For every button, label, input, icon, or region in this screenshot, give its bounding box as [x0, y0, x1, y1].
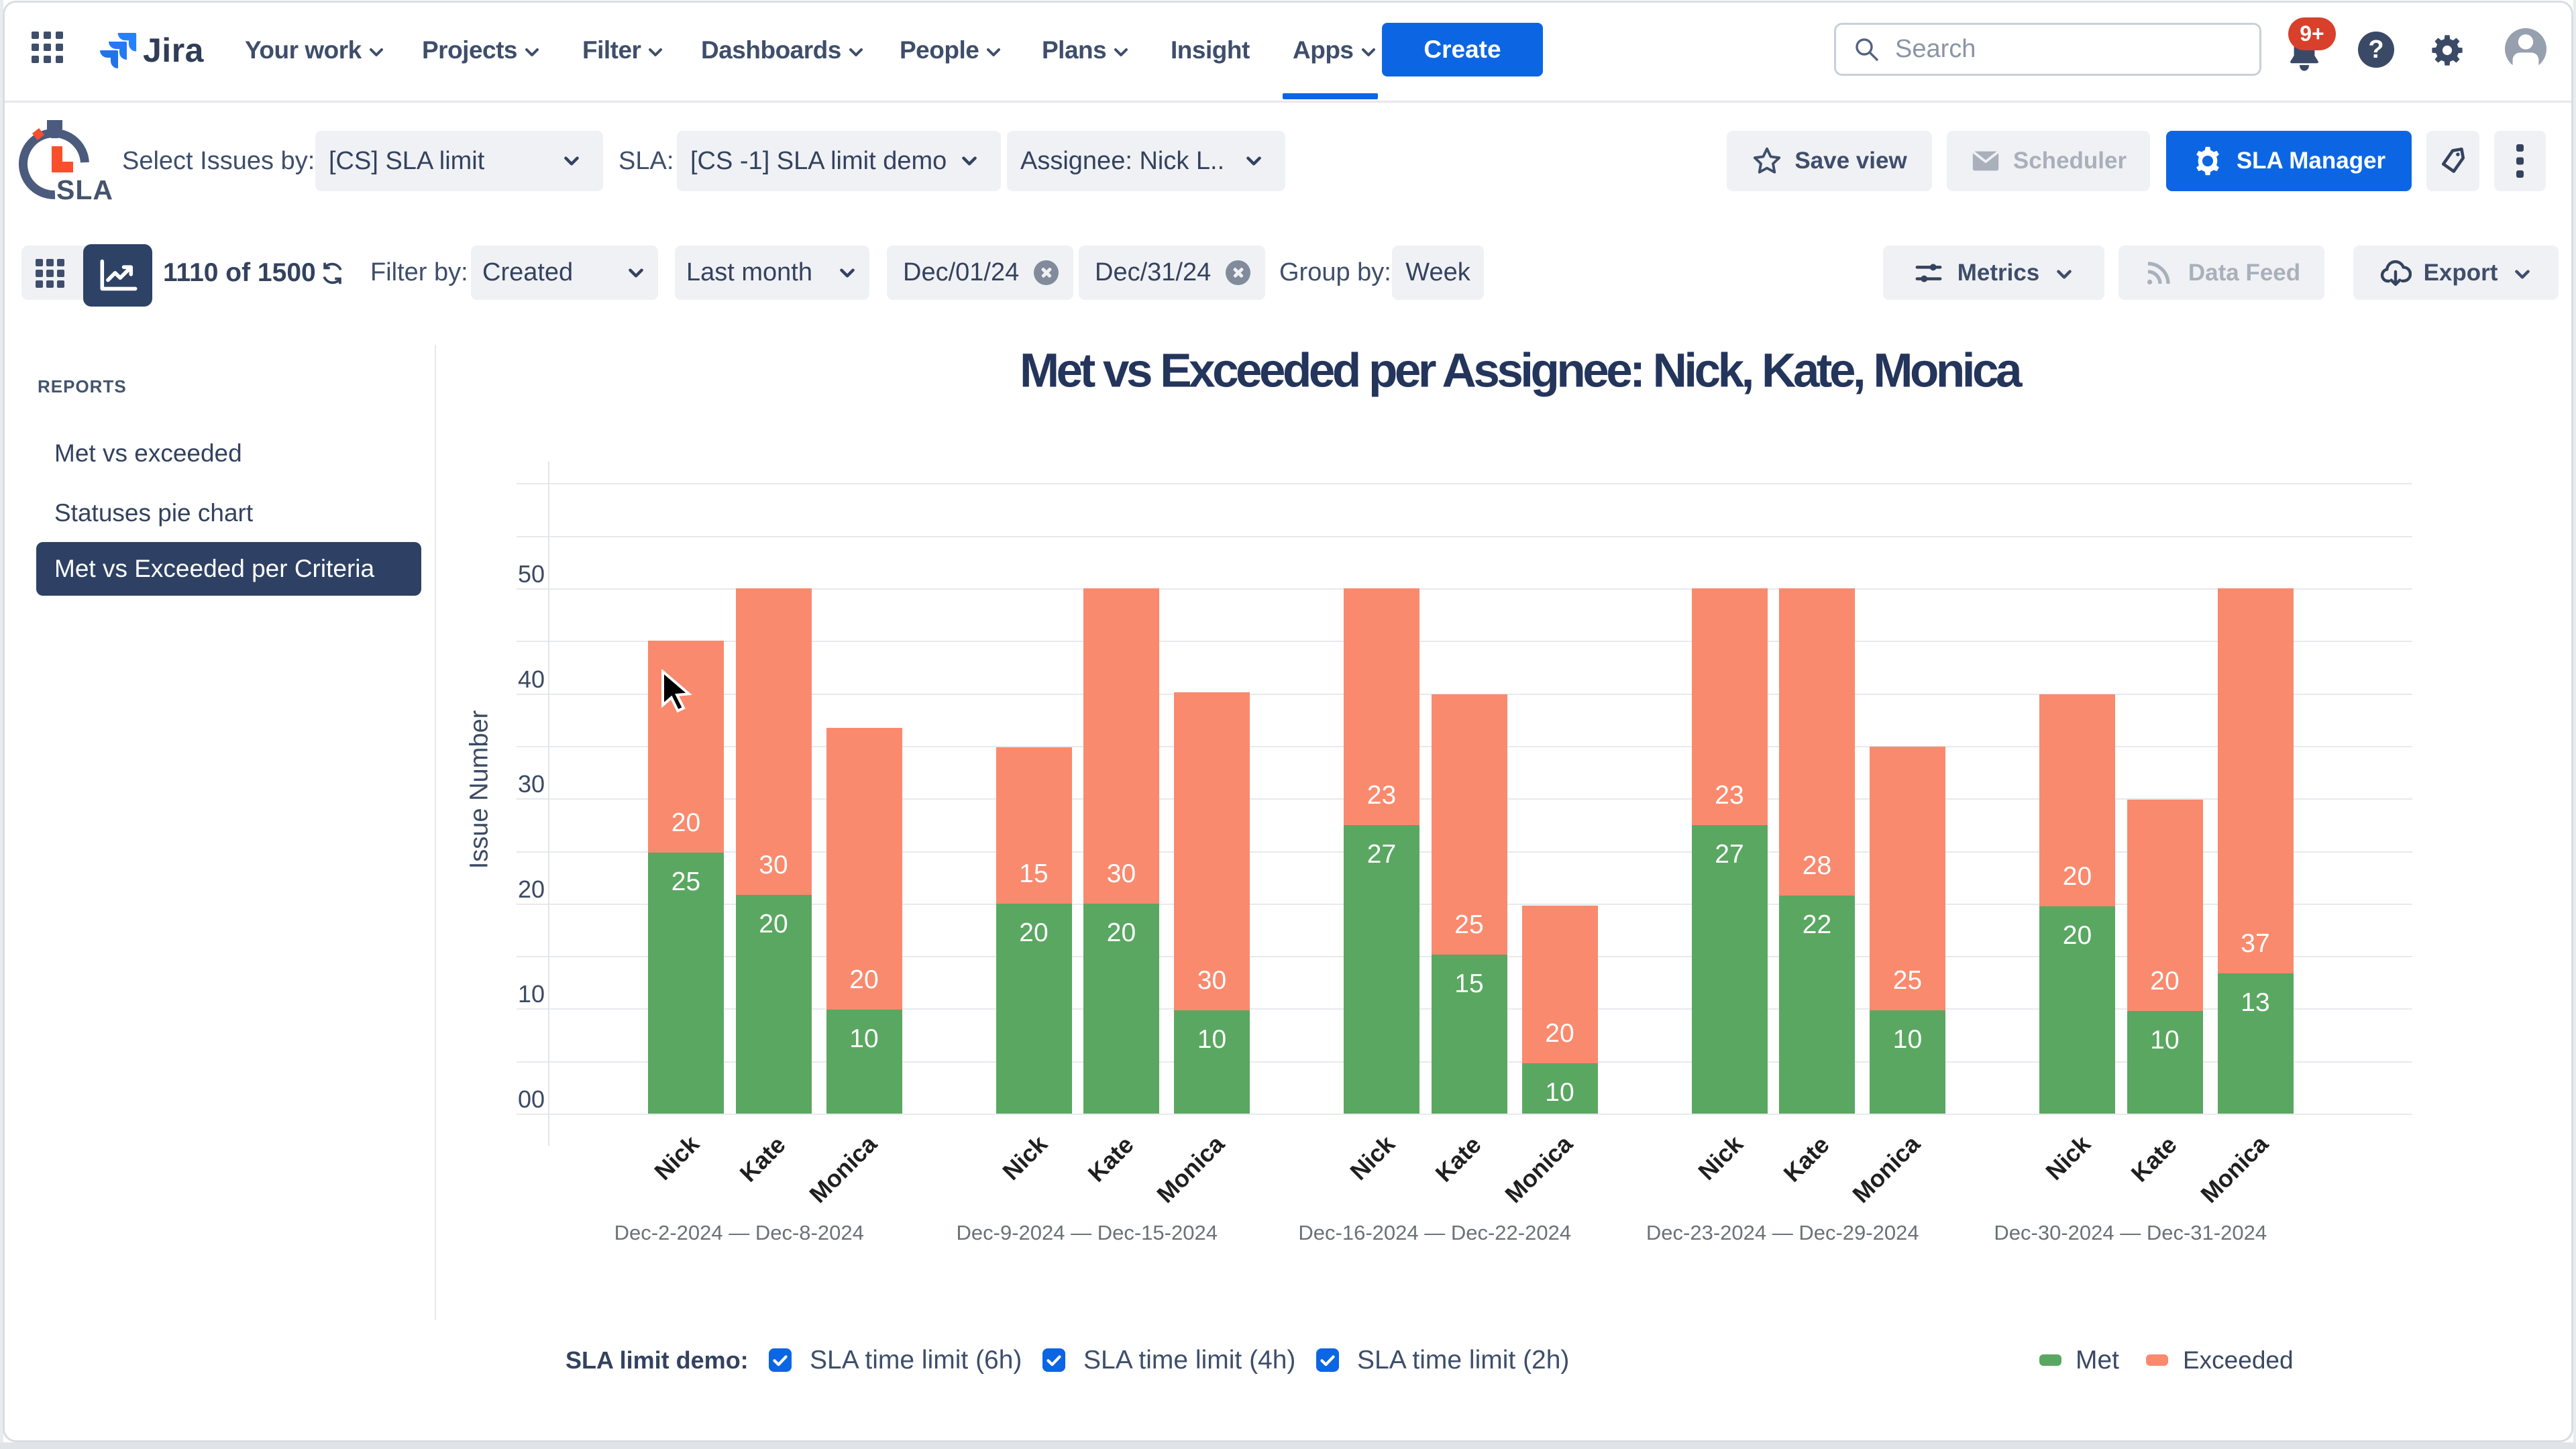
svg-text:SLA: SLA — [56, 174, 113, 205]
